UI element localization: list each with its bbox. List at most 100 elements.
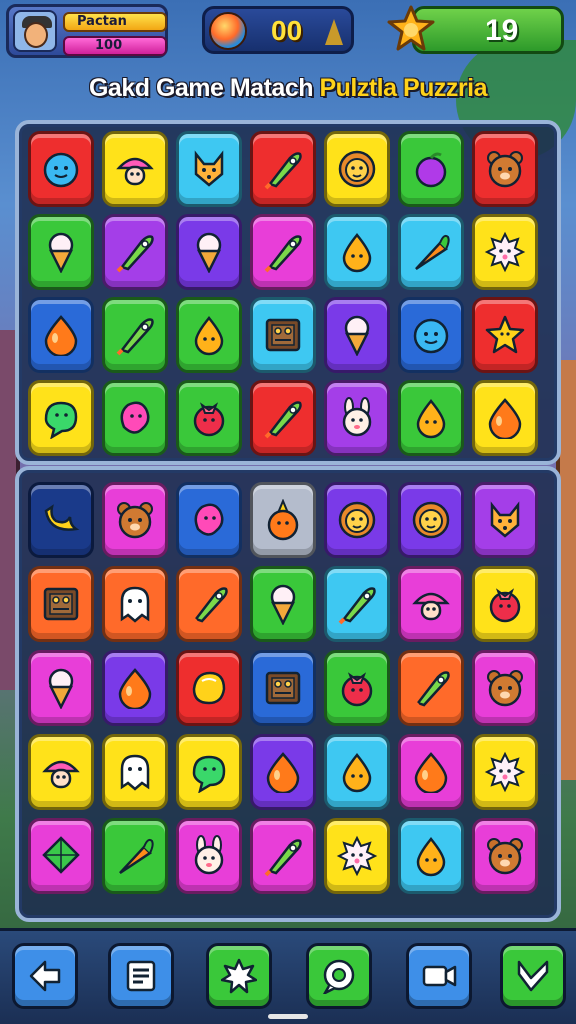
tile[interactable] (176, 650, 242, 726)
tile[interactable] (250, 482, 316, 558)
hint-button[interactable] (206, 943, 272, 1009)
orange-face-icon (267, 499, 299, 541)
drop-face-icon (194, 316, 224, 356)
tile[interactable] (250, 566, 316, 642)
drop-icon (266, 752, 300, 793)
coin-counter[interactable]: 00 (202, 6, 354, 54)
tile[interactable] (472, 482, 538, 558)
tile[interactable] (472, 818, 538, 894)
player-card[interactable]: Pactan 100 (6, 4, 168, 58)
ice-cream-icon (48, 668, 74, 709)
berry-icon (341, 672, 373, 707)
video-button[interactable] (406, 943, 472, 1009)
tile[interactable] (398, 380, 464, 456)
title-part1: Gakd Game Matach (88, 74, 314, 102)
avatar[interactable] (13, 10, 57, 52)
tile[interactable] (28, 131, 94, 207)
crate-icon (265, 318, 301, 352)
menu-button[interactable] (108, 943, 174, 1009)
tile[interactable] (324, 734, 390, 810)
star-face-icon (485, 315, 525, 354)
drop-face-icon (416, 837, 446, 877)
tile[interactable] (250, 380, 316, 456)
tile[interactable] (398, 482, 464, 558)
blue-blob-icon (43, 152, 79, 188)
home-indicator[interactable] (268, 1014, 308, 1019)
tile[interactable] (324, 131, 390, 207)
tile[interactable] (472, 214, 538, 290)
player-name: Pactan (63, 12, 167, 32)
tile[interactable] (102, 482, 168, 558)
check-arrow-icon (517, 960, 549, 992)
tile[interactable] (176, 214, 242, 290)
tile[interactable] (176, 482, 242, 558)
tile[interactable] (324, 297, 390, 373)
carrot-icon (415, 234, 450, 271)
tile[interactable] (176, 734, 242, 810)
tile[interactable] (250, 214, 316, 290)
tile[interactable] (324, 482, 390, 558)
bear-icon (487, 151, 523, 188)
tile[interactable] (398, 131, 464, 207)
back-button[interactable] (12, 943, 78, 1009)
mushroom-icon (116, 157, 154, 186)
rocket-icon (116, 235, 154, 273)
tile[interactable] (324, 566, 390, 642)
tile[interactable] (472, 734, 538, 810)
tile[interactable] (176, 566, 242, 642)
tile[interactable] (102, 818, 168, 894)
tile[interactable] (472, 380, 538, 456)
tile[interactable] (398, 818, 464, 894)
tile[interactable] (28, 818, 94, 894)
tile[interactable] (250, 650, 316, 726)
chat-button[interactable] (306, 943, 372, 1009)
tile[interactable] (250, 818, 316, 894)
tile[interactable] (102, 380, 168, 456)
tile[interactable] (472, 297, 538, 373)
ghost-icon (120, 586, 150, 623)
tile[interactable] (250, 734, 316, 810)
burst-icon (221, 958, 257, 994)
tile[interactable] (176, 818, 242, 894)
tile[interactable] (250, 131, 316, 207)
game-board-top (15, 120, 561, 465)
tile[interactable] (28, 566, 94, 642)
tile[interactable] (28, 482, 94, 558)
shuffle-button[interactable] (500, 943, 566, 1009)
tile[interactable] (324, 380, 390, 456)
bottom-toolbar (0, 928, 576, 1024)
tile[interactable] (324, 818, 390, 894)
tile[interactable] (398, 297, 464, 373)
tile[interactable] (176, 131, 242, 207)
tile[interactable] (398, 214, 464, 290)
tile[interactable] (176, 297, 242, 373)
tile[interactable] (472, 650, 538, 726)
tile[interactable] (398, 566, 464, 642)
tile[interactable] (102, 131, 168, 207)
tile[interactable] (102, 297, 168, 373)
tile[interactable] (324, 214, 390, 290)
tile[interactable] (250, 297, 316, 373)
carrot-icon (119, 838, 154, 875)
tile[interactable] (102, 734, 168, 810)
tile[interactable] (28, 380, 94, 456)
spiky-face-icon (336, 835, 378, 877)
tile[interactable] (102, 214, 168, 290)
tile[interactable] (102, 566, 168, 642)
tile[interactable] (324, 650, 390, 726)
game-board-bottom (15, 466, 561, 922)
tile[interactable] (398, 650, 464, 726)
tile[interactable] (28, 214, 94, 290)
tile[interactable] (28, 734, 94, 810)
spiky-face-icon (484, 231, 526, 273)
tile[interactable] (176, 380, 242, 456)
bear-icon (487, 838, 523, 875)
tile[interactable] (472, 131, 538, 207)
tile[interactable] (28, 297, 94, 373)
tile[interactable] (398, 734, 464, 810)
tile[interactable] (28, 650, 94, 726)
ice-cream-icon (270, 584, 296, 625)
title-part2: Pulztla Puzzria (319, 74, 488, 102)
tile[interactable] (472, 566, 538, 642)
tile[interactable] (102, 650, 168, 726)
